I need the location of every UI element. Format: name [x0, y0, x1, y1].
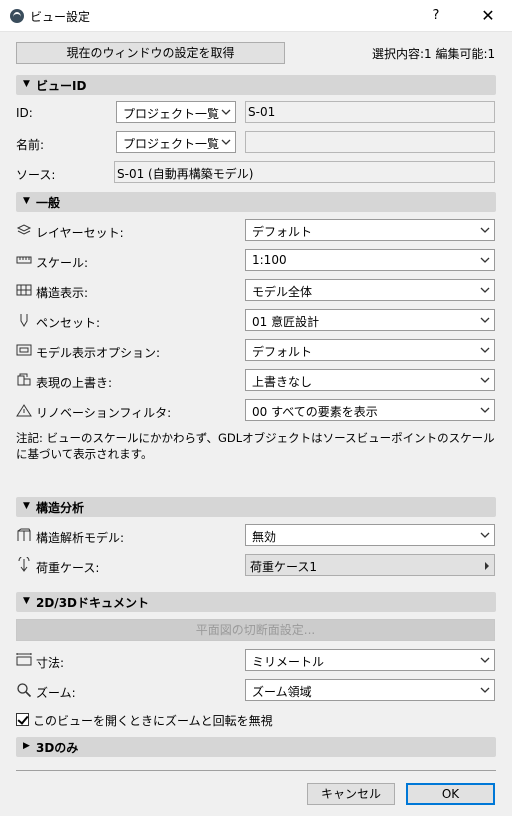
- name-source-value: プロジェクト一覧: [123, 137, 220, 151]
- zoom-label: ズーム:: [36, 686, 76, 700]
- id-value: S-01: [248, 105, 276, 119]
- expand-arrow-icon: ▶: [23, 741, 30, 751]
- pen-icon: [16, 312, 32, 328]
- scale-select[interactable]: 1:100: [245, 249, 495, 271]
- chevron-down-icon: [480, 227, 490, 233]
- cancel-button[interactable]: キャンセル: [307, 783, 395, 805]
- section-2d3d-document[interactable]: ▼ 2D/3Dドキュメント: [16, 592, 496, 612]
- collapse-arrow-icon: ▼: [23, 196, 30, 206]
- renovation-icon: [16, 402, 32, 418]
- selection-info: 選択内容:1 編集可能:1: [372, 47, 496, 61]
- chevron-down-icon: [480, 257, 490, 263]
- analytical-model-select[interactable]: 無効: [245, 524, 495, 546]
- section-general[interactable]: ▼ 一般: [16, 192, 496, 212]
- section-title: 構造分析: [36, 501, 85, 515]
- pen-set-select[interactable]: 01 意匠設計: [245, 309, 495, 331]
- override-label: 表現の上書き:: [36, 376, 113, 390]
- chevron-down-icon: [480, 687, 490, 693]
- footer-divider: [16, 770, 496, 771]
- ignore-zoom-rotation-label[interactable]: このビューを開くときにズームと回転を無視: [33, 712, 273, 729]
- layer-set-select[interactable]: デフォルト: [245, 219, 495, 241]
- section-title: 3Dのみ: [36, 741, 79, 755]
- section-structural-analysis[interactable]: ▼ 構造分析: [16, 497, 496, 517]
- name-label: 名前:: [16, 138, 45, 152]
- display-options-icon: [16, 342, 32, 358]
- ok-button[interactable]: OK: [406, 783, 495, 805]
- id-source-select[interactable]: プロジェクト一覧: [116, 101, 236, 123]
- layer-set-value: デフォルト: [252, 225, 313, 239]
- chevron-down-icon: [480, 657, 490, 663]
- section-title: ビューID: [36, 79, 87, 93]
- renovation-filter-select[interactable]: 00 すべての要素を表示: [245, 399, 495, 421]
- dimensions-icon: [16, 652, 32, 668]
- collapse-arrow-icon: ▼: [23, 79, 30, 89]
- renovation-filter-value: 00 すべての要素を表示: [252, 405, 378, 419]
- override-select[interactable]: 上書きなし: [245, 369, 495, 391]
- analytical-model-label: 構造解析モデル:: [36, 531, 125, 545]
- floor-plan-cut-plane-button[interactable]: 平面図の切断面設定...: [16, 619, 495, 641]
- renovation-filter-label: リノベーションフィルタ:: [36, 406, 172, 420]
- app-icon: [10, 9, 24, 23]
- structure-display-value: モデル全体: [252, 285, 313, 299]
- source-label: ソース:: [16, 168, 56, 182]
- zoom-select[interactable]: ズーム領域: [245, 679, 495, 701]
- zoom-value: ズーム領域: [252, 685, 312, 699]
- zoom-icon: [16, 682, 32, 698]
- collapse-arrow-icon: ▼: [23, 501, 30, 511]
- window-title: ビュー設定: [30, 10, 91, 24]
- section-view-id[interactable]: ▼ ビューID: [16, 75, 496, 95]
- load-case-icon: [16, 555, 32, 573]
- model-display-options-value: デフォルト: [252, 345, 313, 359]
- ruler-icon: [16, 252, 32, 268]
- help-button[interactable]: ?: [424, 6, 448, 26]
- pen-set-label: ペンセット:: [36, 316, 101, 330]
- layers-icon: [16, 222, 32, 238]
- layer-set-label: レイヤーセット:: [36, 226, 124, 240]
- chevron-right-icon: [485, 562, 489, 570]
- get-current-window-settings-button[interactable]: 現在のウィンドウの設定を取得: [16, 42, 285, 64]
- model-display-options-label: モデル表示オプション:: [36, 346, 161, 360]
- name-field[interactable]: [245, 131, 495, 153]
- structure-display-select[interactable]: モデル全体: [245, 279, 495, 301]
- chevron-down-icon: [480, 532, 490, 538]
- load-case-value: 荷重ケース1: [250, 560, 318, 574]
- close-button[interactable]: ✕: [474, 4, 502, 28]
- dimensions-label: 寸法:: [36, 656, 65, 670]
- scale-label: スケール:: [36, 256, 89, 270]
- pen-set-value: 01 意匠設計: [252, 315, 320, 329]
- chevron-down-icon: [480, 317, 490, 323]
- scale-note: 注記: ビューのスケールにかかわらず、GDLオブジェクトはソースビューポイントの…: [16, 431, 495, 461]
- source-value: S-01 (自動再構築モデル): [117, 167, 254, 181]
- model-display-options-select[interactable]: デフォルト: [245, 339, 495, 361]
- id-label: ID:: [16, 106, 33, 120]
- analytical-model-value: 無効: [252, 530, 277, 544]
- ignore-zoom-rotation-checkbox[interactable]: [16, 713, 29, 726]
- chevron-down-icon: [480, 347, 490, 353]
- section-3d-only[interactable]: ▶ 3Dのみ: [16, 737, 496, 757]
- structure-icon: [16, 282, 32, 298]
- source-field: S-01 (自動再構築モデル): [114, 161, 495, 183]
- section-title: 一般: [36, 196, 61, 210]
- dimensions-value: ミリメートル: [252, 655, 325, 669]
- chevron-down-icon: [480, 287, 490, 293]
- section-title: 2D/3Dドキュメント: [36, 596, 150, 610]
- title-bar: ビュー設定 ? ✕: [0, 0, 512, 32]
- load-case-label: 荷重ケース:: [36, 561, 100, 575]
- chevron-down-icon: [480, 407, 490, 413]
- structure-display-label: 構造表示:: [36, 286, 89, 300]
- id-field[interactable]: S-01: [245, 101, 495, 123]
- chevron-down-icon: [221, 139, 231, 145]
- name-source-select[interactable]: プロジェクト一覧: [116, 131, 236, 153]
- analytical-model-icon: [16, 527, 32, 543]
- dimensions-select[interactable]: ミリメートル: [245, 649, 495, 671]
- chevron-down-icon: [480, 377, 490, 383]
- override-icon: [16, 372, 32, 388]
- id-source-value: プロジェクト一覧: [123, 107, 220, 121]
- load-case-button[interactable]: 荷重ケース1: [245, 554, 495, 576]
- chevron-down-icon: [221, 109, 231, 115]
- scale-value: 1:100: [252, 253, 287, 267]
- collapse-arrow-icon: ▼: [23, 596, 30, 606]
- override-value: 上書きなし: [252, 375, 313, 389]
